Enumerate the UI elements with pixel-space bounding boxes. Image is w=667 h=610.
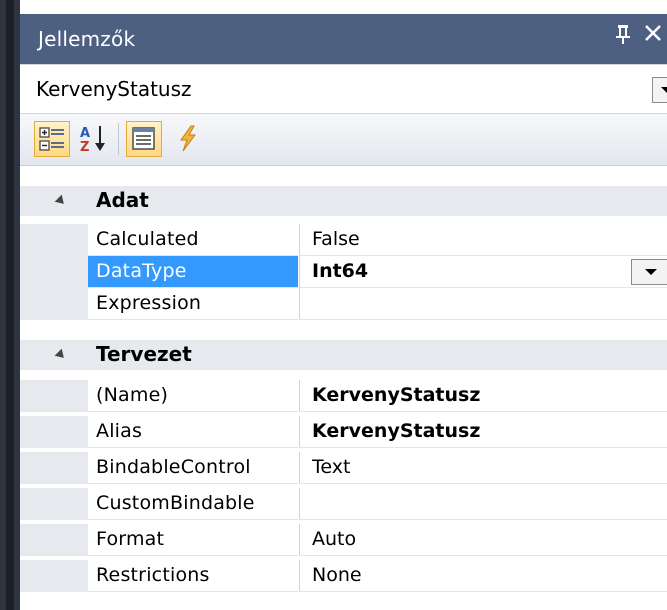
close-icon[interactable] bbox=[638, 23, 667, 51]
property-row[interactable]: Calculated False bbox=[20, 224, 667, 256]
property-name: Restrictions bbox=[96, 564, 210, 586]
category-adat[interactable]: Adat bbox=[20, 186, 667, 216]
panel-title-bar[interactable]: Jellemzők bbox=[20, 14, 667, 64]
property-name: Alias bbox=[96, 420, 143, 442]
property-row[interactable]: Alias KervenyStatusz bbox=[20, 416, 667, 448]
property-value[interactable]: KervenyStatusz bbox=[299, 380, 667, 412]
property-row[interactable]: (Name) KervenyStatusz bbox=[20, 380, 667, 412]
panel-title: Jellemzők bbox=[38, 27, 136, 51]
property-row[interactable]: BindableControl Text bbox=[20, 452, 667, 484]
property-value[interactable]: KervenyStatusz bbox=[299, 416, 667, 448]
property-toolbar: A Z bbox=[20, 114, 667, 166]
properties-icon bbox=[127, 127, 161, 160]
properties-window: Jellemzők KervenyStatusz A Z Adat Calcul… bbox=[0, 0, 667, 610]
property-value[interactable]: None bbox=[299, 560, 667, 592]
category-label: Tervezet bbox=[96, 342, 192, 366]
property-name: BindableControl bbox=[96, 456, 251, 478]
properties-button[interactable] bbox=[126, 121, 162, 157]
sort-az-icon: A Z bbox=[76, 126, 110, 159]
lightning-icon bbox=[170, 125, 204, 159]
property-value[interactable] bbox=[299, 288, 667, 320]
collapse-icon[interactable] bbox=[54, 348, 68, 362]
object-selector[interactable]: KervenyStatusz bbox=[20, 64, 667, 114]
property-value[interactable]: Text bbox=[299, 452, 667, 484]
property-row[interactable]: Expression bbox=[20, 288, 667, 320]
categorized-icon bbox=[35, 127, 69, 160]
category-tervezet[interactable]: Tervezet bbox=[20, 340, 667, 370]
chevron-down-icon[interactable] bbox=[652, 77, 667, 103]
property-value[interactable]: Auto bbox=[299, 524, 667, 556]
toolbar-separator bbox=[118, 123, 119, 155]
property-value[interactable] bbox=[299, 488, 667, 520]
property-name: (Name) bbox=[96, 384, 169, 406]
property-name: Expression bbox=[96, 292, 202, 314]
categorized-button[interactable] bbox=[34, 121, 70, 157]
property-row[interactable]: Format Auto bbox=[20, 524, 667, 556]
property-value[interactable]: Int64 bbox=[299, 256, 667, 288]
object-selector-value: KervenyStatusz bbox=[36, 77, 192, 101]
svg-text:Z: Z bbox=[80, 140, 89, 155]
property-value[interactable]: False bbox=[299, 224, 667, 256]
property-grid: Adat Calculated False DataType Int64 Exp… bbox=[20, 186, 667, 610]
category-label: Adat bbox=[96, 188, 149, 212]
pin-icon[interactable] bbox=[610, 23, 636, 51]
property-row[interactable]: Restrictions None bbox=[20, 560, 667, 592]
svg-text:A: A bbox=[80, 126, 90, 141]
events-button[interactable] bbox=[170, 121, 206, 157]
chevron-down-icon[interactable] bbox=[631, 259, 667, 285]
property-row[interactable]: CustomBindable bbox=[20, 488, 667, 520]
property-name: Format bbox=[96, 528, 165, 550]
property-name: DataType bbox=[96, 260, 187, 282]
collapse-icon[interactable] bbox=[54, 194, 68, 208]
window-frame bbox=[0, 0, 20, 610]
property-name: Calculated bbox=[96, 228, 199, 250]
property-name: CustomBindable bbox=[96, 492, 255, 514]
property-row-selected[interactable]: DataType Int64 bbox=[20, 256, 667, 288]
alphabetical-button[interactable]: A Z bbox=[76, 121, 112, 157]
